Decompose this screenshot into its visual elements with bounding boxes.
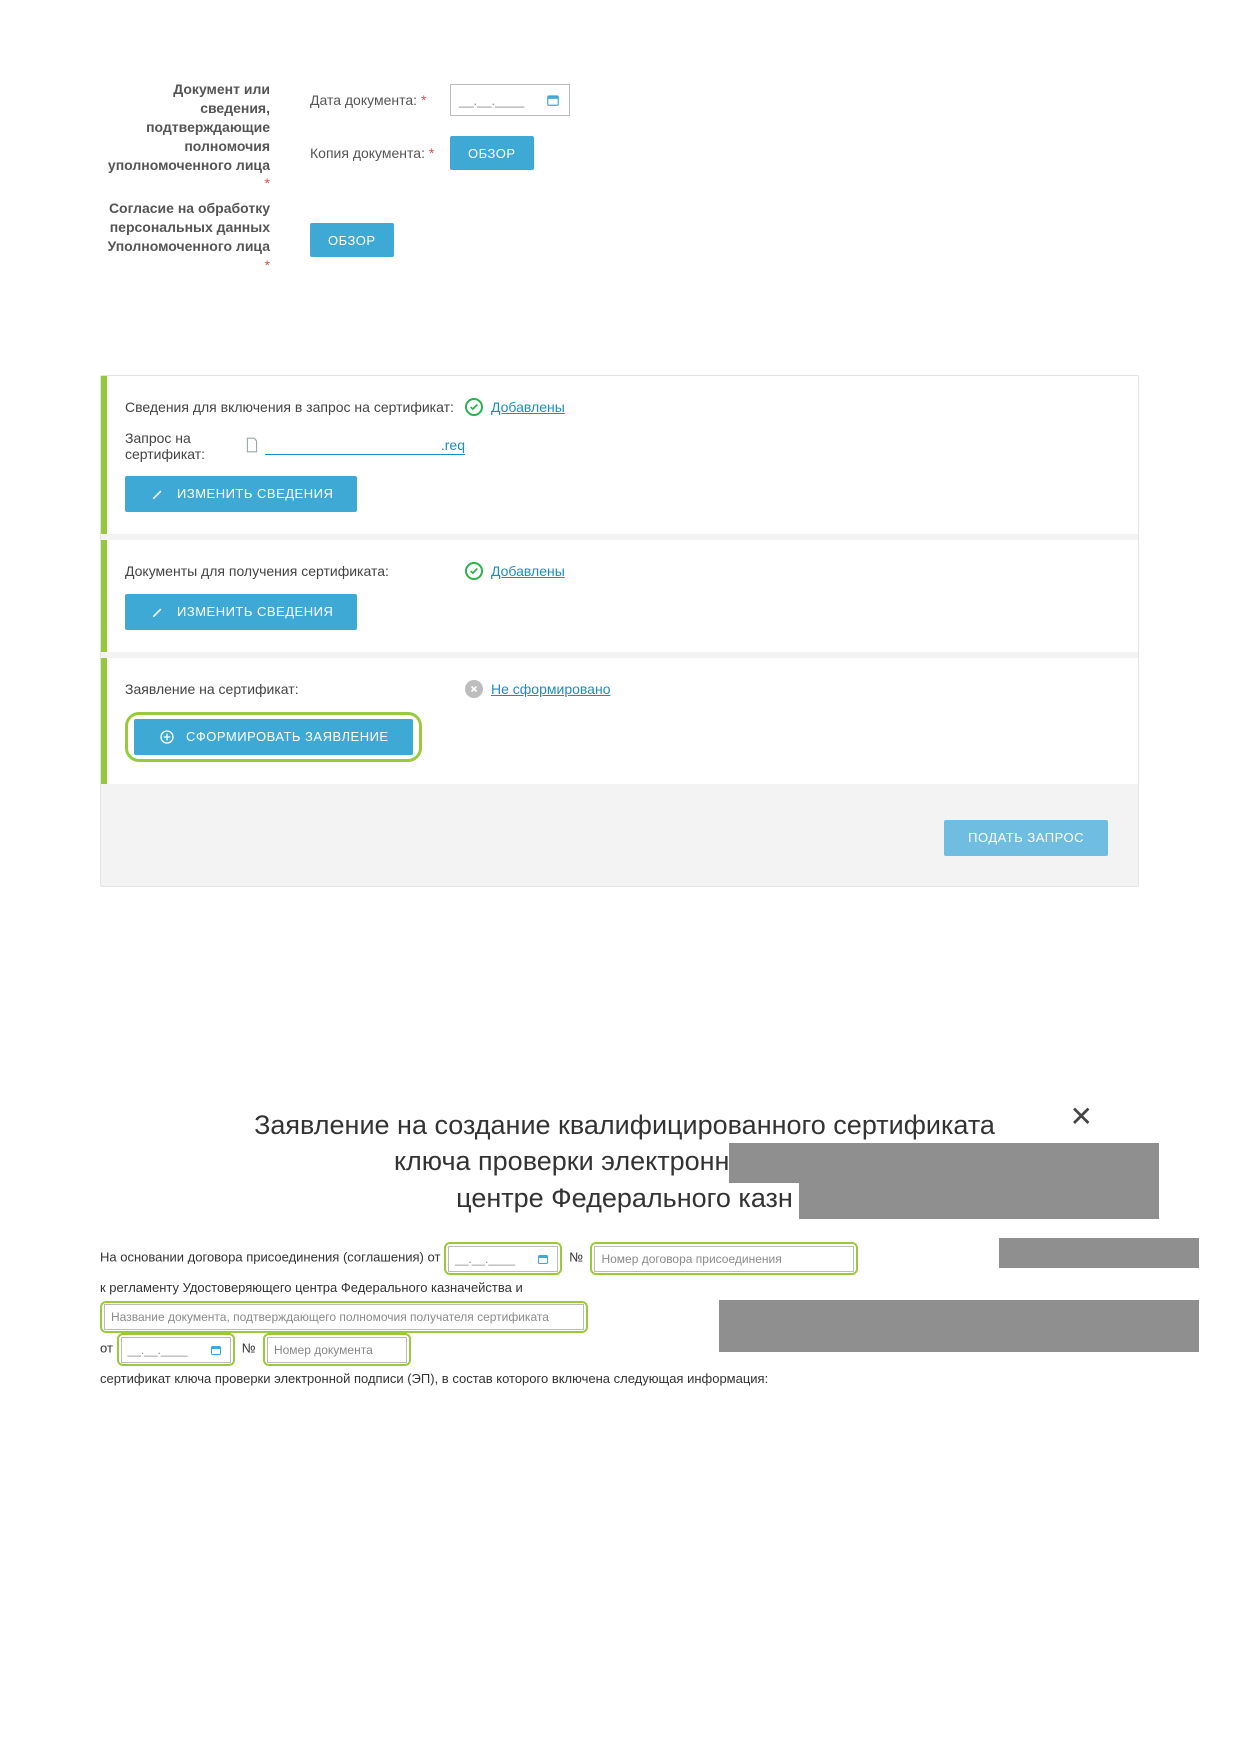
status-added-link-1[interactable]: Добавлены — [491, 399, 565, 415]
browse-doc-copy-button[interactable]: ОБЗОР — [450, 136, 534, 170]
redaction-block — [719, 1300, 1199, 1352]
redaction-block — [999, 1238, 1199, 1268]
label-authority-doc: Документ или сведения, подтверждающие по… — [100, 80, 280, 193]
calendar-icon — [545, 92, 561, 108]
doc-name-input[interactable]: Название документа, подтверждающего полн… — [104, 1304, 584, 1330]
label-cert-request: Запрос на сертификат: — [125, 430, 237, 462]
req-file-link[interactable]: .req — [265, 437, 465, 455]
doc-date-input[interactable]: __.__.____ — [450, 84, 570, 116]
highlight-form-statement: СФОРМИРОВАТЬ ЗАЯВЛЕНИЕ — [125, 712, 422, 762]
modal-text: сертификат ключа проверки электронной по… — [100, 1371, 768, 1386]
modal-text: от — [100, 1341, 113, 1356]
form-statement-button[interactable]: СФОРМИРОВАТЬ ЗАЯВЛЕНИЕ — [134, 719, 413, 755]
highlight-doc-date: __.__.____ — [117, 1333, 235, 1366]
highlight-doc-name: Название документа, подтверждающего полн… — [100, 1301, 588, 1334]
block-cert-statement: Заявление на сертификат: Не сформировано… — [101, 658, 1138, 784]
edit-info-button-1[interactable]: ИЗМЕНИТЬ СВЕДЕНИЯ — [125, 476, 357, 512]
row-authority-doc: Документ или сведения, подтверждающие по… — [100, 80, 1139, 193]
submit-request-button[interactable]: ПОДАТЬ ЗАПРОС — [944, 820, 1108, 856]
check-icon — [465, 562, 483, 580]
calendar-icon — [208, 1342, 224, 1358]
contract-date-input[interactable]: __.__.____ — [448, 1246, 558, 1272]
status-not-formed-link[interactable]: Не сформировано — [491, 681, 610, 697]
calendar-icon — [535, 1251, 551, 1267]
pencil-icon — [149, 603, 167, 621]
edit-info-button-2[interactable]: ИЗМЕНИТЬ СВЕДЕНИЯ — [125, 594, 357, 630]
modal-text: к регламенту Удостоверяющего центра Феде… — [100, 1280, 523, 1295]
highlight-contract-date: __.__.____ — [444, 1242, 562, 1275]
status-added-link-2[interactable]: Добавлены — [491, 563, 565, 579]
statement-modal: ✕ Заявление на создание квалифицированно… — [0, 1107, 1239, 1452]
label-consent: Согласие на обработку персональных данны… — [100, 199, 280, 275]
label-doc-date: Дата документа: * — [310, 92, 450, 108]
highlight-doc-number: Номер документа — [263, 1333, 411, 1366]
contract-number-input[interactable]: Номер договора присоединения — [594, 1246, 854, 1272]
modal-title: Заявление на создание квалифицированного… — [150, 1107, 1099, 1216]
redaction-block — [799, 1183, 1159, 1219]
request-status-panel: Сведения для включения в запрос на серти… — [100, 375, 1139, 887]
check-icon — [465, 398, 483, 416]
doc-date-input-modal[interactable]: __.__.____ — [121, 1337, 231, 1363]
label-doc-copy: Копия документа: * — [310, 145, 450, 161]
modal-body: На основании договора присоединения (сог… — [100, 1242, 1139, 1392]
plus-circle-icon — [158, 728, 176, 746]
pencil-icon — [149, 485, 167, 503]
label-cert-docs: Документы для получения сертификата: — [125, 563, 465, 579]
modal-text: На основании договора присоединения (сог… — [100, 1250, 440, 1265]
browse-consent-button[interactable]: ОБЗОР — [310, 223, 394, 257]
x-icon — [465, 680, 483, 698]
doc-number-input[interactable]: Номер документа — [267, 1337, 407, 1363]
label-cert-info: Сведения для включения в запрос на серти… — [125, 399, 465, 415]
block-cert-info: Сведения для включения в запрос на серти… — [101, 376, 1138, 534]
row-consent: Согласие на обработку персональных данны… — [100, 199, 1139, 275]
redaction-block — [729, 1143, 1159, 1183]
label-cert-statement: Заявление на сертификат: — [125, 681, 465, 697]
file-icon — [245, 437, 259, 455]
block-cert-docs: Документы для получения сертификата: Доб… — [101, 540, 1138, 652]
highlight-contract-number: Номер договора присоединения — [590, 1242, 858, 1275]
